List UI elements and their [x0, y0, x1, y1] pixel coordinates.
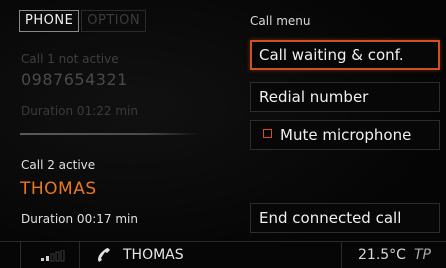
menu-item-label: Call waiting & conf.: [259, 46, 404, 64]
menu-item-label: End connected call: [259, 209, 402, 227]
signal-segment: [20, 242, 80, 268]
phone-screen: PHONE OPTION Call 1 not active 098765432…: [0, 0, 446, 268]
info-segment: 21.5°C TP: [342, 242, 446, 268]
active-call-segment: THOMAS: [79, 242, 342, 268]
call-divider: [20, 133, 200, 135]
menu-item-label: Redial number: [259, 88, 369, 106]
phone-handset-icon: [98, 248, 110, 262]
signal-strength-icon: [41, 250, 65, 262]
call1-number: 0987654321: [21, 70, 128, 89]
call2-name: THOMAS: [20, 179, 97, 199]
call1-status: Call 1 not active: [21, 52, 119, 66]
status-bar: THOMAS 21.5°C TP: [0, 241, 446, 268]
end-connected-call-button[interactable]: End connected call: [250, 203, 440, 233]
call-waiting-conf-button[interactable]: Call waiting & conf.: [250, 40, 440, 70]
temperature-readout: 21.5°C: [358, 247, 406, 263]
call2-duration: Duration 00:17 min: [21, 212, 138, 226]
call1-duration: Duration 01:22 min: [21, 104, 138, 118]
call2-status: Call 2 active: [21, 158, 96, 172]
tab-option[interactable]: OPTION: [81, 10, 147, 32]
tab-bar: PHONE OPTION: [19, 10, 148, 32]
menu-title: Call menu: [250, 14, 311, 28]
mute-checkbox[interactable]: [263, 129, 272, 138]
mute-microphone-button[interactable]: Mute microphone: [250, 120, 440, 150]
tp-indicator: TP: [414, 247, 431, 263]
menu-item-label: Mute microphone: [280, 126, 412, 144]
status-caller-name: THOMAS: [123, 247, 184, 263]
redial-number-button[interactable]: Redial number: [250, 82, 440, 112]
tab-phone[interactable]: PHONE: [19, 10, 80, 32]
